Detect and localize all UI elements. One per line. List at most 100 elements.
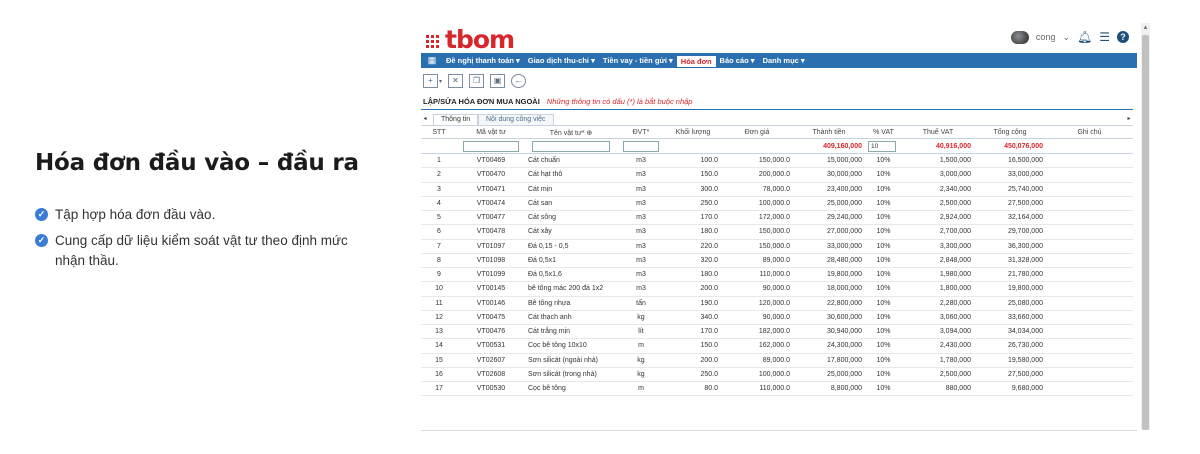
app-logo[interactable]: tbom	[445, 25, 515, 54]
copy-icon[interactable]: ❐	[469, 74, 485, 88]
table-cell: 2,280,000	[902, 296, 974, 311]
required-note: Những thông tin có dấu (*) là bắt buộc n…	[546, 97, 693, 106]
tab-scroll-left-icon[interactable]: ◂	[421, 114, 429, 125]
table-row[interactable]: 14 VT00531 Cọc bê tông 10x10 m 150.0 162,000.…	[421, 338, 1133, 354]
table-row[interactable]: 17 VT00530 Cọc bê tông m 80.0 110,000.0 8,800,…	[421, 381, 1133, 397]
table-cell: Cát chuẩn	[525, 153, 617, 169]
table-cell: 33,660,000	[974, 310, 1046, 326]
table-row[interactable]: 2 VT00470 Cát hạt thô m3 150.0 200,000.0 30,00…	[421, 167, 1133, 183]
grid-logo-icon[interactable]	[426, 35, 440, 48]
col-dvt: ĐVT*	[617, 127, 665, 139]
table-cell: 10%	[865, 338, 902, 354]
col-ten-vat-tu: Tên vật tư* ⊕	[525, 127, 617, 139]
table-cell: 2,500,000	[902, 367, 974, 383]
table-cell: VT00476	[457, 324, 525, 340]
menu-item-bao-cao[interactable]: Báo cáo ▾	[716, 53, 759, 68]
tab-noi-dung-cong-viec[interactable]: Nội dung công việc	[478, 114, 554, 125]
table-cell: 31,328,000	[974, 253, 1046, 269]
table-cell: 27,500,000	[974, 367, 1046, 383]
save-icon[interactable]: ▣	[490, 74, 506, 88]
feature-bullet: ✓ Tập hợp hóa đơn đầu vào.	[35, 205, 375, 225]
table-row[interactable]: 7 VT01097 Đá 0,15 - 0,5 m3 220.0 150,000.0 33,…	[421, 239, 1133, 254]
table-row[interactable]: 9 VT01099 Đá 0,5x1,6 m3 180.0 110,000.0 19,800…	[421, 267, 1133, 283]
table-cell: VT00531	[457, 338, 525, 354]
menu-item-danh-muc[interactable]: Danh mục ▾	[759, 53, 809, 68]
page-scrollbar[interactable]: ▴	[1141, 23, 1150, 430]
table-cell: 250.0	[665, 196, 721, 212]
table-cell: VT00478	[457, 224, 525, 240]
table-cell: kg	[617, 367, 665, 383]
delete-file-icon[interactable]: ✕	[448, 74, 464, 88]
scroll-up-icon[interactable]: ▴	[1141, 23, 1150, 33]
table-cell: 1,980,000	[902, 267, 974, 283]
chevron-down-icon[interactable]: ⌄	[1062, 32, 1070, 43]
table-cell: tấn	[617, 296, 665, 311]
table-cell: m3	[617, 182, 665, 197]
col-don-gia: Đơn giá	[721, 127, 793, 139]
table-cell: m3	[617, 281, 665, 297]
table-cell: VT02607	[457, 353, 525, 368]
tab-thong-tin[interactable]: Thông tin	[433, 114, 479, 125]
table-cell	[1046, 324, 1133, 340]
table-cell: 2,340,000	[902, 182, 974, 197]
table-row[interactable]: 13 VT00476 Cát trắng mịn lít 170.0 182,000.0 3…	[421, 324, 1133, 340]
dvt-filter-input[interactable]	[623, 140, 659, 152]
help-icon[interactable]: ?	[1117, 31, 1129, 43]
table-cell: VT00530	[457, 381, 525, 397]
table-cell: 15,000,000	[793, 153, 865, 169]
tab-scroll-right-icon[interactable]: ▸	[1125, 114, 1133, 125]
table-row[interactable]: 3 VT00471 Cát mịn m3 300.0 78,000.0 23,400,000…	[421, 182, 1133, 197]
table-row[interactable]: 6 VT00478 Cát xây m3 180.0 150,000.0 27,000,00…	[421, 224, 1133, 240]
back-icon[interactable]: ←	[511, 74, 527, 88]
main-menu: ▦ Đề nghị thanh toán ▾ Giao dịch thu-chi…	[421, 53, 1137, 68]
table-cell: 80.0	[665, 381, 721, 397]
table-cell: Cát xây	[525, 224, 617, 240]
scrollbar-thumb[interactable]	[1142, 35, 1149, 430]
table-cell	[1046, 224, 1133, 240]
table-cell: 10%	[865, 367, 902, 383]
table-cell: lít	[617, 324, 665, 340]
table-cell: 110,000.0	[721, 381, 793, 397]
table-cell: 10%	[865, 353, 902, 368]
table-cell: 250.0	[665, 367, 721, 383]
dropdown-arrow-icon[interactable]: ▾	[439, 78, 442, 85]
table-cell: m3	[617, 196, 665, 212]
menu-item-hoa-don[interactable]: Hóa đơn	[676, 56, 716, 67]
table-row[interactable]: 10 VT00145 bê tông mác 200 đá 1x2 m3 200.0 90…	[421, 281, 1133, 297]
table-cell: 9,680,000	[974, 381, 1046, 397]
table-row[interactable]: 8 VT01098 Đá 0,5x1 m3 320.0 89,000.0 28,480,00…	[421, 253, 1133, 269]
table-row[interactable]: 15 VT02607 Sơn silicát (ngoài nhà) kg 200.0 8…	[421, 353, 1133, 368]
table-cell: 162,000.0	[721, 338, 793, 354]
table-cell	[1046, 182, 1133, 197]
table-cell: 25,080,000	[974, 296, 1046, 311]
table-cell	[1046, 381, 1133, 397]
menu-item-giao-dich-thu-chi[interactable]: Giao dịch thu-chi ▾	[524, 53, 599, 68]
table-cell: m3	[617, 167, 665, 183]
ma-vat-tu-filter-input[interactable]	[462, 140, 520, 152]
table-row[interactable]: 4 VT00474 Cát san m3 250.0 100,000.0 25,000,00…	[421, 196, 1133, 212]
add-icon[interactable]: +	[423, 74, 438, 88]
table-row[interactable]: 12 VT00475 Cát thạch anh kg 340.0 90,000.0 30,…	[421, 310, 1133, 326]
total-tong-cong: 450,076,000	[974, 138, 1046, 154]
home-icon[interactable]: ▦	[425, 53, 439, 68]
ten-vat-tu-filter-input[interactable]	[532, 140, 610, 152]
table-row[interactable]: 16 VT02608 Sơn silicát (trong nhà) kg 250.0 1…	[421, 367, 1133, 383]
table-cell: 10%	[865, 267, 902, 283]
table-row[interactable]: 5 VT00477 Cát sông m3 170.0 172,000.0 29,240,0…	[421, 210, 1133, 226]
username[interactable]: cong	[1036, 32, 1056, 42]
filter-row: 409,160,000 10 40,916,000 450,076,000	[421, 138, 1133, 154]
avatar[interactable]	[1010, 30, 1029, 44]
menu-item-tien-vay-tien-gui[interactable]: Tiền vay - tiền gửi ▾	[599, 53, 677, 68]
table-row[interactable]: 1 VT00469 Cát chuẩn m3 100.0 150,000.0 15,000,…	[421, 153, 1133, 169]
table-cell: 880,000	[902, 381, 974, 397]
feature-bullet: ✓ Cung cấp dữ liệu kiểm soát vật tư theo …	[35, 231, 375, 271]
total-thanh-tien: 409,160,000	[793, 138, 865, 154]
menu-item-de-nghi-thanh-toan[interactable]: Đề nghị thanh toán ▾	[442, 53, 524, 68]
bell-icon[interactable]: 🔔︎	[1077, 30, 1092, 44]
table-row[interactable]: 11 VT00146 Bê tông nhựa tấn 190.0 120,000.0 22…	[421, 296, 1133, 311]
list-icon[interactable]: ☰	[1099, 30, 1110, 44]
table-cell: 2,848,000	[902, 253, 974, 269]
vat-input[interactable]: 10	[868, 140, 896, 152]
table-cell	[1046, 239, 1133, 254]
table-cell: Bê tông nhựa	[525, 296, 617, 311]
